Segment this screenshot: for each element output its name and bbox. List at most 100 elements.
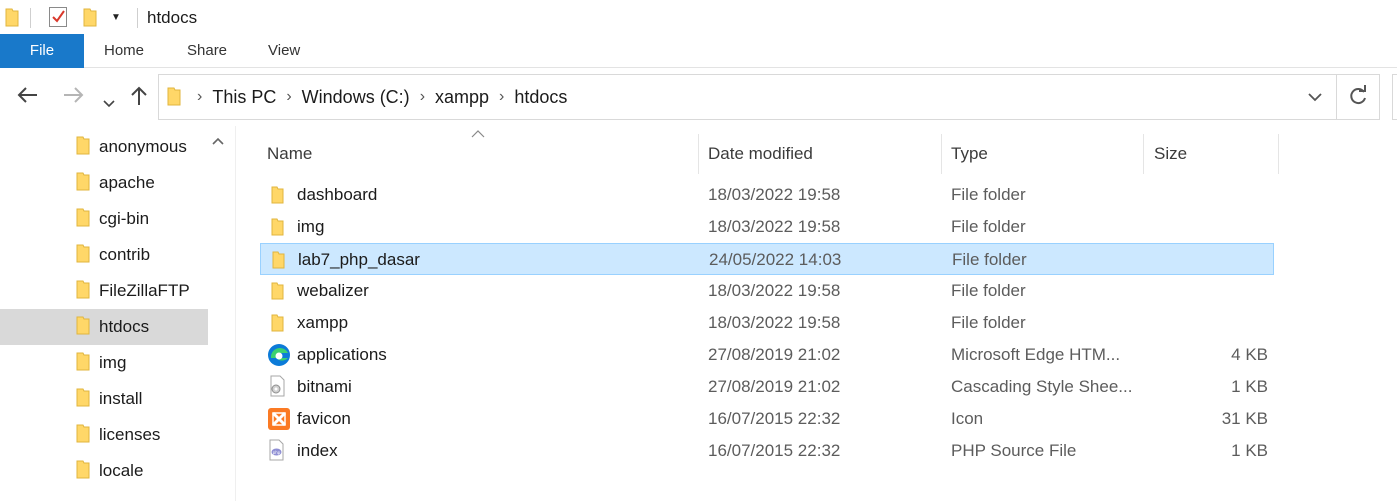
new-folder-icon[interactable] — [83, 7, 97, 32]
file-name: applications — [297, 345, 387, 364]
back-arrow-icon[interactable] — [17, 86, 39, 108]
file-type: File folder — [951, 185, 1026, 204]
file-row[interactable]: favicon 16/07/2015 22:32 Icon 31 KB — [260, 403, 1274, 435]
file-name: favicon — [297, 409, 351, 428]
column-divider[interactable] — [698, 134, 699, 174]
breadcrumb-windows-c[interactable]: Windows (C:) — [302, 87, 410, 108]
svg-text:php: php — [273, 450, 281, 455]
nav-item-label: locale — [99, 461, 144, 480]
tab-share[interactable]: Share — [187, 34, 227, 68]
file-row[interactable]: lab7_php_dasar 24/05/2022 14:03 File folde… — [260, 243, 1274, 275]
file-name: webalizer — [297, 281, 369, 300]
nav-item-anonymous[interactable]: anonymous — [0, 129, 208, 165]
nav-item-htdocs[interactable]: htdocs — [0, 309, 208, 345]
file-type: Icon — [951, 409, 984, 428]
customize-toolbar-dropdown-icon[interactable]: ▼ — [111, 12, 121, 23]
file-type: Microsoft Edge HTM... — [951, 345, 1121, 364]
file-row[interactable]: php index 16/07/2015 22:32 PHP Source File 1… — [260, 435, 1274, 467]
nav-item-label: cgi-bin — [99, 209, 150, 228]
column-header-date[interactable]: Date modified — [700, 134, 942, 174]
file-row[interactable]: xampp 18/03/2022 19:58 File folder — [260, 307, 1274, 339]
divider — [1336, 75, 1337, 119]
up-arrow-icon[interactable] — [130, 86, 148, 110]
nav-item-label: htdocs — [99, 317, 150, 336]
nav-item-licenses[interactable]: licenses — [0, 417, 208, 453]
column-divider[interactable] — [1143, 134, 1144, 174]
column-header-size[interactable]: Size — [1146, 134, 1278, 174]
nav-item-filezillaftp[interactable]: FileZillaFTP — [0, 273, 208, 309]
file-row[interactable]: img 18/03/2022 19:58 File folder — [260, 211, 1274, 243]
chevron-right-icon[interactable]: › — [197, 88, 202, 106]
file-name: img — [297, 217, 325, 236]
search-box[interactable] — [1392, 74, 1397, 120]
separator — [30, 8, 31, 28]
recent-locations-chevron-icon[interactable] — [103, 92, 115, 112]
chevron-right-icon[interactable]: › — [286, 88, 291, 106]
file-name: xampp — [297, 313, 349, 332]
chevron-right-icon[interactable]: › — [420, 88, 425, 106]
navigation-row: › This PC › Windows (C:) › xampp › htdoc… — [0, 68, 1397, 126]
file-row[interactable]: bitnami 27/08/2019 21:02 Cascading Style S… — [260, 371, 1274, 403]
xampp-icon — [267, 407, 291, 436]
file-size: 1 KB — [1231, 441, 1268, 460]
file-type: File folder — [951, 217, 1026, 236]
file-size: 1 KB — [1231, 377, 1268, 396]
file-size: 31 KB — [1221, 409, 1268, 428]
nav-item-locale[interactable]: locale — [0, 453, 208, 489]
nav-item-cgi-bin[interactable]: cgi-bin — [0, 201, 208, 237]
breadcrumb-xampp[interactable]: xampp — [435, 87, 489, 108]
php-file-icon: php — [267, 439, 287, 466]
nav-item-apache[interactable]: apache — [0, 165, 208, 201]
folder-icon — [76, 135, 90, 160]
navigation-pane: anonymous apache cgi-bin contrib FileZillaFT… — [0, 126, 236, 501]
tab-view[interactable]: View — [268, 34, 300, 68]
nav-item-img[interactable]: img — [0, 345, 208, 381]
nav-item-install[interactable]: install — [0, 381, 208, 417]
file-date-modified: 18/03/2022 19:58 — [708, 185, 841, 204]
file-row[interactable]: applications 27/08/2019 21:02 Microsoft Ed… — [260, 339, 1274, 371]
column-divider[interactable] — [1278, 134, 1279, 174]
properties-icon[interactable] — [49, 7, 67, 27]
column-header-name[interactable]: Name — [259, 134, 699, 174]
refresh-icon[interactable] — [1347, 83, 1369, 115]
folder-icon — [76, 243, 90, 268]
scroll-up-icon[interactable] — [212, 134, 224, 148]
file-name: bitnami — [297, 377, 352, 396]
file-date-modified: 16/07/2015 22:32 — [708, 441, 841, 460]
column-header-type[interactable]: Type — [943, 134, 1143, 174]
chevron-right-icon[interactable]: › — [499, 88, 504, 106]
file-name: index — [297, 441, 338, 460]
breadcrumb-this-pc[interactable]: This PC — [212, 87, 276, 108]
file-name: dashboard — [297, 185, 378, 204]
column-divider[interactable] — [941, 134, 942, 174]
file-date-modified: 24/05/2022 14:03 — [709, 250, 842, 269]
folder-icon — [167, 86, 181, 111]
tab-home[interactable]: Home — [104, 34, 144, 68]
breadcrumb-htdocs[interactable]: htdocs — [514, 87, 567, 108]
folder-icon — [267, 313, 285, 338]
file-type: File folder — [951, 281, 1026, 300]
breadcrumb: › This PC › Windows (C:) › xampp › htdoc… — [197, 75, 567, 119]
tab-file[interactable]: File — [0, 34, 84, 68]
nav-item-label: licenses — [99, 425, 161, 444]
file-date-modified: 18/03/2022 19:58 — [708, 281, 841, 300]
nav-item-label: img — [99, 353, 127, 372]
address-dropdown-icon[interactable] — [1307, 87, 1323, 112]
folder-icon — [76, 279, 90, 304]
forward-arrow-icon[interactable] — [62, 86, 84, 108]
file-row[interactable]: dashboard 18/03/2022 19:58 File folder — [260, 179, 1274, 211]
file-type: File folder — [951, 313, 1026, 332]
file-name: lab7_php_dasar — [298, 250, 420, 269]
nav-item-contrib[interactable]: contrib — [0, 237, 208, 273]
edge-html-icon — [267, 343, 291, 372]
address-bar[interactable]: › This PC › Windows (C:) › xampp › htdoc… — [158, 74, 1380, 120]
separator — [137, 8, 138, 28]
folder-icon — [268, 250, 286, 275]
nav-item-label: install — [99, 389, 143, 408]
folder-icon — [267, 281, 285, 306]
file-date-modified: 16/07/2015 22:32 — [708, 409, 841, 428]
file-row[interactable]: webalizer 18/03/2022 19:58 File folder — [260, 275, 1274, 307]
folder-icon — [76, 459, 90, 484]
css-file-icon — [267, 375, 287, 402]
folder-icon — [76, 207, 90, 232]
